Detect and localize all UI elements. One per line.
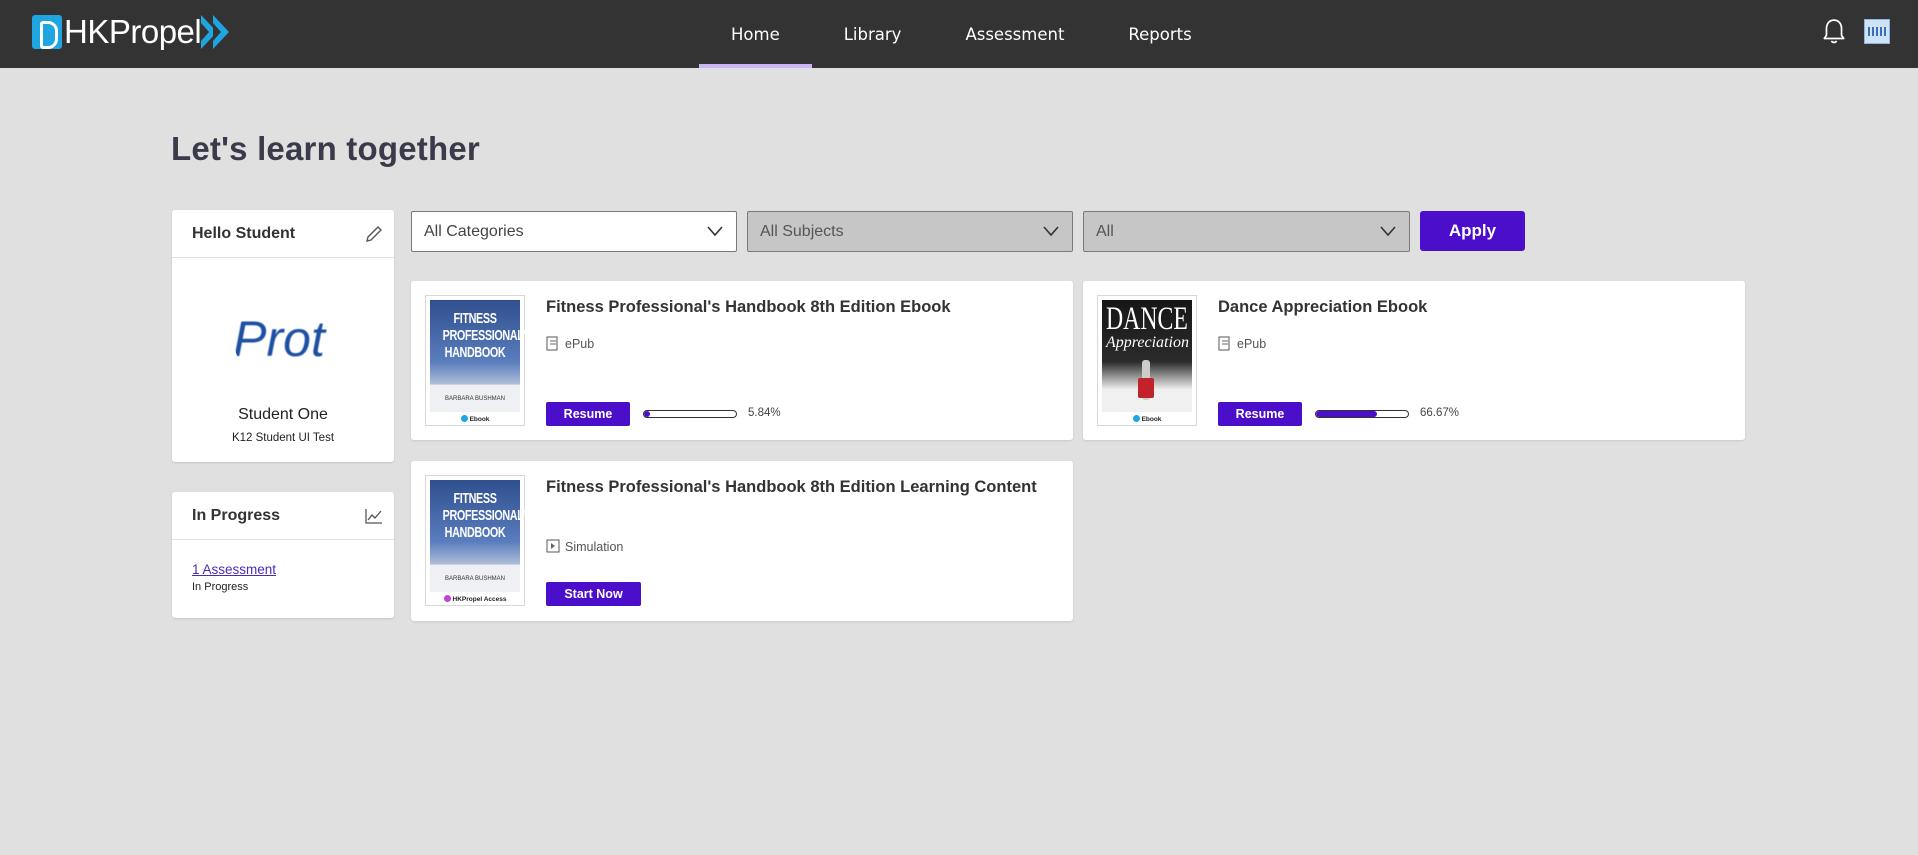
cover-image: FITNESS PROFESSIONAL'S HANDBOOK BARBARA … [430, 480, 533, 592]
format-label: Simulation [546, 539, 623, 554]
book-cover[interactable]: FITNESS PROFESSIONAL'S HANDBOOK BARBARA … [425, 475, 533, 606]
book-cover[interactable]: FITNESS PROFESSIONAL'S HANDBOOK BARBARA … [425, 295, 533, 426]
bell-icon[interactable] [1821, 18, 1847, 46]
epub-icon [1218, 336, 1230, 351]
pencil-icon[interactable] [364, 224, 384, 244]
nav-assessment-label: Assessment [965, 24, 1065, 44]
progress-bar [643, 410, 737, 418]
progress-fill [644, 411, 650, 417]
third-filter-value: All [1096, 222, 1114, 240]
in-progress-card: In Progress 1 Assessment In Progress [172, 492, 394, 618]
card-title[interactable]: Dance Appreciation Ebook [1218, 295, 1715, 319]
logo-mark-icon [32, 15, 62, 49]
chevron-down-icon [1043, 226, 1059, 237]
format-label: ePub [1218, 336, 1266, 351]
cover-author: BARBARA BUSHMAN [444, 396, 505, 402]
progress-fill [1316, 411, 1378, 417]
badge-dot-icon [460, 415, 468, 422]
in-progress-heading: In Progress [192, 506, 281, 524]
card-title[interactable]: Fitness Professional's Handbook 8th Edit… [546, 295, 1043, 319]
format-text: ePub [1237, 336, 1267, 351]
simulation-icon [546, 539, 560, 553]
line-chart-icon[interactable] [364, 506, 384, 526]
nav-home-label: Home [731, 24, 780, 44]
progress-bar [1315, 410, 1409, 418]
book-cover[interactable]: DANCE Appreciation Ebook [1097, 295, 1197, 426]
assessment-progress-sub: In Progress [192, 581, 249, 593]
format-label: ePub [546, 336, 594, 351]
nav-library[interactable]: Library [812, 0, 934, 68]
format-text: ePub [565, 336, 595, 351]
card-title[interactable]: Fitness Professional's Handbook 8th Edit… [546, 475, 1043, 499]
subjects-select-value: All Subjects [760, 222, 844, 240]
format-badge: Ebook [1098, 415, 1196, 423]
badge-dot-icon [1132, 415, 1140, 422]
student-name: Student One [238, 406, 328, 423]
cover-title: FITNESS PROFESSIONAL'S HANDBOOK [442, 310, 533, 361]
epub-icon [546, 336, 558, 351]
third-filter-select[interactable]: All [1083, 211, 1410, 252]
resume-button[interactable]: Resume [1218, 402, 1302, 426]
cover-image: FITNESS PROFESSIONAL'S HANDBOOK BARBARA … [430, 300, 533, 412]
chevron-down-icon [1380, 226, 1396, 237]
badge-dot-icon [443, 595, 451, 602]
cover-author: BARBARA BUSHMAN [444, 576, 505, 582]
categories-select-value: All Categories [424, 222, 524, 240]
profile-avatar: Prot [234, 290, 332, 388]
assessment-progress-link[interactable]: 1 Assessment [192, 562, 276, 577]
badge-label: Ebook [1141, 416, 1162, 423]
badge-label: HKPropel Access [452, 596, 507, 603]
profile-card: Hello Student Prot Student One K12 Stude… [172, 210, 394, 462]
nav-home[interactable]: Home [699, 0, 812, 68]
progress-percent: 5.84% [748, 407, 781, 419]
nav-assessment[interactable]: Assessment [933, 0, 1096, 68]
profile-card-header: Hello Student [172, 210, 394, 258]
main-nav: Home Library Assessment Reports [699, 0, 1224, 68]
dancer-figure [1138, 360, 1154, 400]
profile-heading: Hello Student [192, 224, 296, 242]
cover-subtitle: Appreciation [1106, 334, 1189, 351]
content-card[interactable]: FITNESS PROFESSIONAL'S HANDBOOK BARBARA … [411, 281, 1073, 440]
cover-image: DANCE Appreciation [1102, 300, 1192, 412]
cover-title: DANCE [1106, 301, 1188, 337]
nav-reports[interactable]: Reports [1096, 0, 1223, 68]
subjects-select[interactable]: All Subjects [747, 211, 1073, 252]
logo-text: HKPropel [64, 13, 202, 50]
content-card[interactable]: FITNESS PROFESSIONAL'S HANDBOOK BARBARA … [411, 461, 1073, 621]
badge-label: Ebook [469, 416, 490, 423]
profile-avatar-text: Prot [234, 311, 325, 367]
top-navigation-bar: HKPropel Home Library Assessment Reports [0, 0, 1918, 68]
page-title: Let's learn together [171, 130, 480, 167]
resume-button[interactable]: Resume [546, 402, 630, 426]
categories-select[interactable]: All Categories [411, 211, 737, 252]
in-progress-header: In Progress [172, 492, 394, 540]
start-now-button[interactable]: Start Now [546, 582, 641, 606]
format-text: Simulation [565, 539, 624, 554]
format-badge: Ebook [426, 415, 524, 423]
apply-button[interactable]: Apply [1420, 211, 1525, 251]
format-badge: HKPropel Access [426, 595, 524, 603]
content-card[interactable]: DANCE Appreciation Ebook Dance Appreciat… [1083, 281, 1745, 440]
cover-title: FITNESS PROFESSIONAL'S HANDBOOK [442, 490, 533, 541]
nav-library-label: Library [843, 24, 902, 44]
nav-reports-label: Reports [1128, 24, 1192, 44]
user-avatar[interactable] [1864, 19, 1890, 44]
logo-chevrons-icon [201, 15, 230, 49]
chevron-down-icon [707, 226, 723, 237]
student-subtitle: K12 Student UI Test [231, 432, 335, 444]
progress-percent: 66.67% [1420, 407, 1460, 419]
hkpropel-logo[interactable]: HKPropel [32, 12, 230, 52]
